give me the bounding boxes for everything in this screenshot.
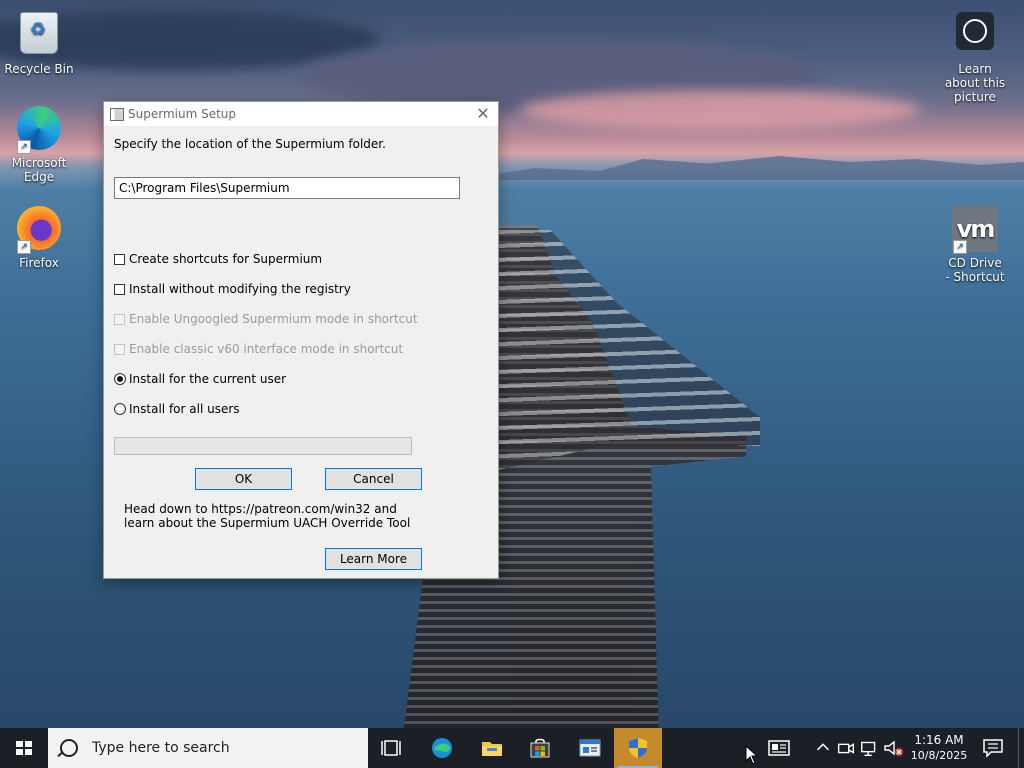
- option-create-shortcuts[interactable]: Create shortcuts for Supermium: [114, 251, 322, 267]
- edge-taskbar-button[interactable]: [418, 728, 466, 768]
- windows-logo-icon: [16, 741, 32, 755]
- show-hidden-icons-button[interactable]: [812, 728, 834, 768]
- action-center-button[interactable]: [978, 728, 1008, 768]
- desktop-icon-label: Firefox: [19, 256, 59, 270]
- meet-now-button[interactable]: [835, 728, 857, 768]
- recycle-bin-shortcut[interactable]: Recycle Bin: [1, 8, 77, 76]
- cloud: [520, 90, 920, 130]
- supermium-setup-dialog: Supermium Setup ✕ Specify the location o…: [103, 101, 499, 579]
- store-icon: [530, 738, 550, 758]
- file-explorer-icon: [482, 742, 502, 756]
- firefox-shortcut[interactable]: ↗ Firefox: [1, 204, 77, 270]
- volume-muted-icon: [884, 740, 903, 756]
- dialog-title: Supermium Setup: [128, 107, 237, 121]
- desktop-icon-label: Microsoft Edge: [11, 156, 67, 184]
- edge-shortcut[interactable]: ↗ Microsoft Edge: [1, 104, 77, 184]
- mountains: [480, 156, 1024, 180]
- camera-location-icon: [956, 12, 994, 50]
- taskbar: Type here to search 1:16 AM 10/8/2025: [0, 728, 1024, 768]
- checkbox[interactable]: [114, 253, 125, 265]
- close-button[interactable]: ✕: [468, 102, 498, 126]
- task-view-button[interactable]: [368, 728, 416, 768]
- checkbox-disabled: [114, 343, 125, 355]
- taskbar-search-box[interactable]: Type here to search: [48, 728, 368, 768]
- clock-time: 1:16 AM: [914, 733, 964, 747]
- volume-button[interactable]: [882, 728, 906, 768]
- option-ungoogled-mode: Enable Ungoogled Supermium mode in short…: [114, 311, 418, 327]
- desktop-icon-label: Learn about this picture: [944, 62, 1006, 104]
- option-classic-v60: Enable classic v60 interface mode in sho…: [114, 341, 403, 357]
- option-label: Install without modifying the registry: [129, 282, 351, 296]
- option-label: Install for all users: [129, 402, 240, 416]
- shortcut-arrow-icon: ↗: [17, 140, 31, 154]
- option-all-users[interactable]: Install for all users: [114, 401, 240, 417]
- notification-icon: [983, 739, 1003, 758]
- option-label: Enable classic v60 interface mode in sho…: [129, 342, 404, 356]
- task-view-icon: [381, 740, 401, 756]
- chevron-up-icon: [816, 743, 830, 751]
- recycle-bin-icon: [20, 12, 58, 54]
- search-icon: [60, 739, 78, 757]
- cd-drive-shortcut[interactable]: vm ↗ CD Drive - Shortcut: [937, 204, 1013, 284]
- clock[interactable]: 1:16 AM 10/8/2025: [906, 732, 972, 764]
- clock-date: 10/8/2025: [910, 749, 968, 762]
- file-explorer-button[interactable]: [468, 728, 516, 768]
- edge-icon: [432, 738, 452, 758]
- note-line: learn about the Supermium UACH Override …: [124, 516, 411, 530]
- desktop-icon-label: Recycle Bin: [4, 62, 74, 76]
- option-no-registry[interactable]: Install without modifying the registry: [114, 281, 351, 297]
- note-line: Head down to https://patreon.com/win32 a…: [124, 502, 397, 516]
- news-icon: [768, 740, 790, 756]
- desktop-icon-label: CD Drive - Shortcut: [945, 256, 1005, 284]
- pier-planks: [498, 230, 760, 470]
- dialog-titlebar[interactable]: Supermium Setup ✕: [104, 102, 498, 126]
- network-button[interactable]: [859, 728, 881, 768]
- shortcut-arrow-icon: ↗: [17, 240, 31, 254]
- setup-taskbar-button[interactable]: [614, 728, 662, 768]
- option-label: Create shortcuts for Supermium: [129, 252, 323, 266]
- search-placeholder: Type here to search: [92, 740, 230, 756]
- option-label: Install for the current user: [129, 372, 287, 386]
- option-current-user[interactable]: Install for the current user: [114, 371, 286, 387]
- checkbox-disabled: [114, 313, 125, 325]
- control-panel-icon: [579, 739, 601, 757]
- folder-prompt: Specify the location of the Supermium fo…: [114, 137, 386, 151]
- camera-icon: [837, 743, 855, 754]
- install-path-input[interactable]: [114, 177, 460, 199]
- shortcut-arrow-icon: ↗: [953, 240, 967, 254]
- install-progress-bar: [114, 437, 412, 455]
- checkbox[interactable]: [114, 283, 125, 295]
- learn-more-button[interactable]: Learn More: [325, 548, 422, 570]
- start-button[interactable]: [0, 728, 48, 768]
- option-label: Enable Ungoogled Supermium mode in short…: [129, 312, 418, 326]
- control-panel-button[interactable]: [566, 728, 614, 768]
- patreon-note: Head down to https://patreon.com/win32 a…: [124, 502, 410, 530]
- news-widget-button[interactable]: [756, 728, 802, 768]
- cancel-button[interactable]: Cancel: [325, 468, 422, 490]
- network-icon: [861, 741, 876, 757]
- store-button[interactable]: [516, 728, 564, 768]
- radio-selected[interactable]: [114, 373, 126, 385]
- radio[interactable]: [114, 403, 126, 415]
- mouse-cursor-icon: [745, 745, 759, 765]
- show-desktop-button[interactable]: [1018, 728, 1024, 768]
- app-window-icon: [110, 108, 124, 121]
- learn-about-picture-shortcut[interactable]: Learn about this picture: [937, 8, 1013, 104]
- ok-button[interactable]: OK: [195, 468, 292, 490]
- setup-shield-icon: [629, 738, 647, 758]
